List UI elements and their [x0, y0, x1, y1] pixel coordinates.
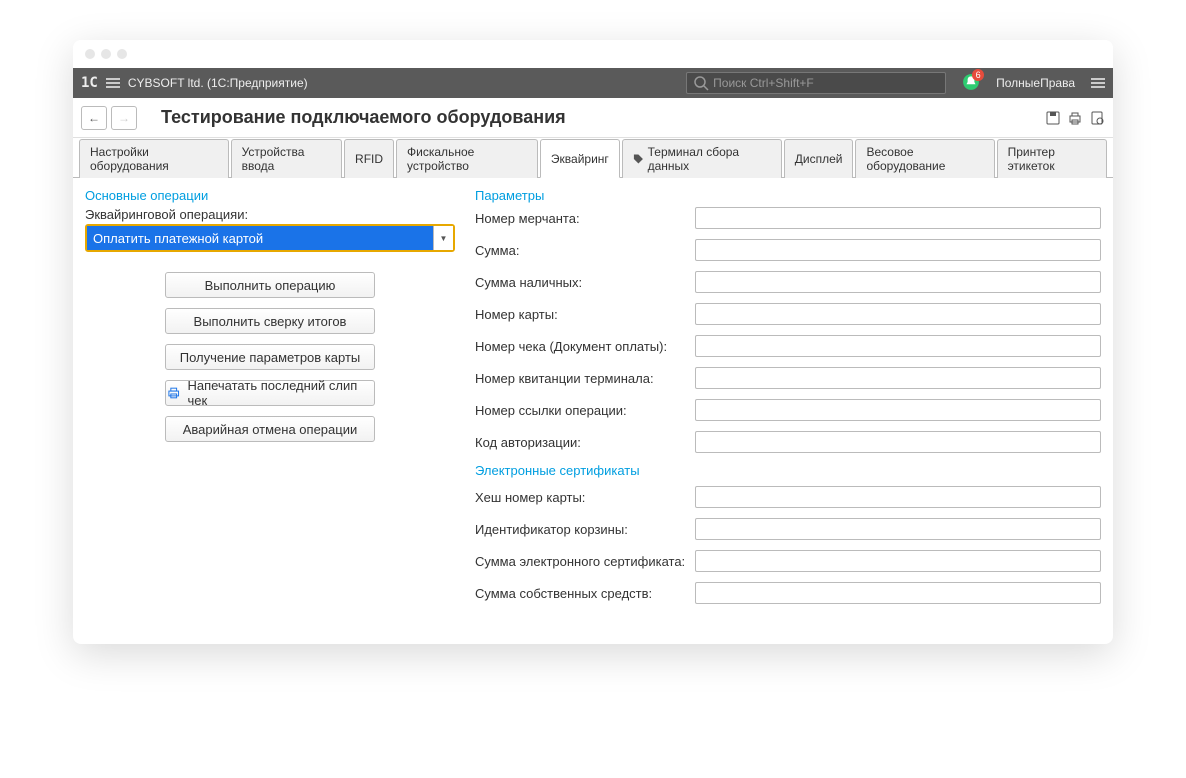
- operations-panel: Основные операции Эквайринговой операция…: [85, 188, 455, 614]
- tab-rfid[interactable]: RFID: [344, 139, 394, 178]
- tab-input-devices[interactable]: Устройства ввода: [231, 139, 342, 178]
- merchant-label: Номер мерчанта:: [475, 211, 695, 226]
- execute-button[interactable]: Выполнить операцию: [165, 272, 375, 298]
- reconcile-button[interactable]: Выполнить сверку итогов: [165, 308, 375, 334]
- settings-icon[interactable]: [1091, 78, 1105, 88]
- terminal-receipt-input[interactable]: [695, 367, 1101, 389]
- card-number-label: Номер карты:: [475, 307, 695, 322]
- parameters-panel: Параметры Номер мерчанта: Сумма: Сумма н…: [475, 188, 1101, 614]
- merchant-input[interactable]: [695, 207, 1101, 229]
- content-area: Основные операции Эквайринговой операция…: [73, 178, 1113, 644]
- terminal-receipt-label: Номер квитанции терминала:: [475, 371, 695, 386]
- own-funds-input[interactable]: [695, 582, 1101, 604]
- tag-icon: [633, 153, 644, 165]
- toolbar-actions: [1045, 110, 1105, 126]
- card-hash-input[interactable]: [695, 486, 1101, 508]
- tab-settings[interactable]: Настройки оборудования: [79, 139, 229, 178]
- own-funds-label: Сумма собственных средств:: [475, 586, 695, 601]
- logo-1c: 1C: [81, 75, 98, 91]
- amount-label: Сумма:: [475, 243, 695, 258]
- tab-fiscal[interactable]: Фискальное устройство: [396, 139, 538, 178]
- cert-amount-input[interactable]: [695, 550, 1101, 572]
- check-number-label: Номер чека (Документ оплаты):: [475, 339, 695, 354]
- check-number-input[interactable]: [695, 335, 1101, 357]
- mac-max[interactable]: [117, 49, 127, 59]
- top-bar: 1C CYBSOFT ltd. (1С:Предприятие) Поиск C…: [73, 68, 1113, 98]
- tab-data-terminal[interactable]: Терминал сбора данных: [622, 139, 782, 178]
- operation-dropdown[interactable]: Оплатить платежной картой ▼: [85, 224, 455, 252]
- auth-code-input[interactable]: [695, 431, 1101, 453]
- card-hash-label: Хеш номер карты:: [475, 490, 695, 505]
- chevron-down-icon[interactable]: ▼: [433, 226, 453, 250]
- toolbar: ← → Тестирование подключаемого оборудова…: [73, 98, 1113, 138]
- notification-badge: 6: [972, 69, 984, 81]
- print-slip-button[interactable]: Напечатать последний слип чек: [165, 380, 375, 406]
- page-title: Тестирование подключаемого оборудования: [161, 107, 1041, 128]
- basket-id-label: Идентификатор корзины:: [475, 522, 695, 537]
- amount-input[interactable]: [695, 239, 1101, 261]
- window-controls: [73, 40, 1113, 68]
- emergency-cancel-button[interactable]: Аварийная отмена операции: [165, 416, 375, 442]
- tab-bar: Настройки оборудования Устройства ввода …: [73, 138, 1113, 178]
- mac-close[interactable]: [85, 49, 95, 59]
- operation-ref-label: Номер ссылки операции:: [475, 403, 695, 418]
- card-number-input[interactable]: [695, 303, 1101, 325]
- nav-forward-button[interactable]: →: [111, 106, 137, 130]
- parameters-title: Параметры: [475, 188, 1101, 203]
- cash-amount-label: Сумма наличных:: [475, 275, 695, 290]
- nav-back-button[interactable]: ←: [81, 106, 107, 130]
- report-icon[interactable]: [1089, 110, 1105, 126]
- certificates-title: Электронные сертификаты: [475, 463, 1101, 478]
- cash-amount-input[interactable]: [695, 271, 1101, 293]
- operation-label: Эквайринговой операцияи:: [85, 207, 455, 222]
- notifications-button[interactable]: 6: [962, 73, 980, 94]
- window-title: CYBSOFT ltd. (1С:Предприятие): [128, 76, 678, 90]
- operations-title: Основные операции: [85, 188, 455, 203]
- tab-display[interactable]: Дисплей: [784, 139, 854, 178]
- app-window: 1C CYBSOFT ltd. (1С:Предприятие) Поиск C…: [73, 40, 1113, 644]
- operation-value: Оплатить платежной картой: [87, 226, 433, 250]
- tab-label-printer[interactable]: Принтер этикеток: [997, 139, 1107, 178]
- print-icon[interactable]: [1067, 110, 1083, 126]
- tab-acquiring[interactable]: Эквайринг: [540, 139, 620, 178]
- cert-amount-label: Сумма электронного сертификата:: [475, 554, 695, 569]
- get-params-button[interactable]: Получение параметров карты: [165, 344, 375, 370]
- save-icon[interactable]: [1045, 110, 1061, 126]
- tab-scales[interactable]: Весовое оборудование: [855, 139, 994, 178]
- menu-icon[interactable]: [106, 78, 120, 88]
- operation-ref-input[interactable]: [695, 399, 1101, 421]
- search-input[interactable]: Поиск Ctrl+Shift+F: [686, 72, 946, 94]
- basket-id-input[interactable]: [695, 518, 1101, 540]
- mac-min[interactable]: [101, 49, 111, 59]
- user-name[interactable]: ПолныеПрава: [996, 76, 1075, 90]
- auth-code-label: Код авторизации:: [475, 435, 695, 450]
- search-placeholder: Поиск Ctrl+Shift+F: [713, 76, 814, 90]
- printer-icon: [166, 385, 181, 401]
